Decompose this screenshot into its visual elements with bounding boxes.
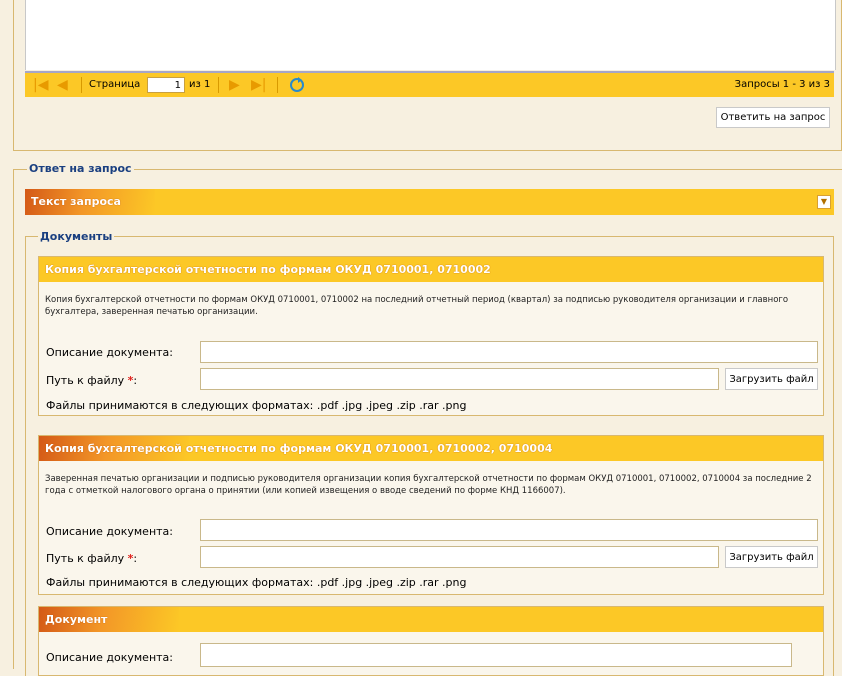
document-description-input[interactable] [200, 643, 792, 667]
document-title: Копия бухгалтерской отчетности по формам… [45, 442, 553, 455]
page-label: Страница [89, 79, 141, 90]
required-mark: * [127, 374, 134, 387]
required-mark: * [127, 552, 134, 565]
pager-separator [81, 77, 82, 93]
requests-grid[interactable] [25, 0, 836, 70]
pager-separator [218, 77, 219, 93]
file-path-label: Путь к файлу *: [46, 552, 138, 565]
documents-legend: Документы [38, 230, 115, 243]
request-text-bar[interactable]: Текст запроса ▼ [25, 189, 834, 215]
document-card: Копия бухгалтерской отчетности по формам… [38, 256, 824, 416]
document-card: Копия бухгалтерской отчетности по формам… [38, 435, 824, 595]
document-card: Документ Описание документа: [38, 606, 824, 676]
file-path-label: Путь к файлу *: [46, 374, 138, 387]
document-description-input[interactable] [200, 341, 818, 363]
formats-note: Файлы принимаются в следующих форматах: … [46, 576, 467, 589]
page-of-label: из 1 [189, 79, 211, 90]
pager-separator [277, 77, 278, 93]
document-description: Заверенная печатью организации и подпись… [45, 474, 812, 496]
document-description-input[interactable] [200, 519, 818, 541]
request-text-title: Текст запроса [31, 195, 121, 208]
page-number-input[interactable] [147, 77, 185, 93]
description-label: Описание документа: [46, 651, 173, 664]
next-page-icon[interactable]: ▶ [229, 77, 240, 93]
file-path-input[interactable] [200, 368, 719, 390]
document-title-bar: Документ [39, 607, 823, 632]
records-count: Запросы 1 - 3 из 3 [734, 79, 830, 90]
upload-file-button[interactable]: Загрузить файл [725, 368, 818, 390]
reply-request-button[interactable]: Ответить на запрос [716, 107, 830, 128]
collapse-toggle-icon[interactable]: ▼ [817, 195, 831, 209]
formats-note: Файлы принимаются в следующих форматах: … [46, 399, 467, 412]
last-page-icon[interactable]: ▶| [251, 77, 266, 93]
file-path-input[interactable] [200, 546, 719, 568]
document-title: Документ [45, 613, 108, 626]
grid-pager: |◀ ◀ Страница из 1 ▶ ▶| Запросы 1 - 3 из… [25, 71, 834, 97]
upload-file-button[interactable]: Загрузить файл [725, 546, 818, 568]
answer-legend: Ответ на запрос [27, 162, 134, 175]
document-title-bar: Копия бухгалтерской отчетности по формам… [39, 436, 823, 461]
document-description: Копия бухгалтерской отчетности по формам… [45, 295, 789, 317]
document-title: Копия бухгалтерской отчетности по формам… [45, 263, 491, 276]
document-title-bar: Копия бухгалтерской отчетности по формам… [39, 257, 823, 282]
description-label: Описание документа: [46, 525, 173, 538]
first-page-icon[interactable]: |◀ [33, 77, 48, 93]
description-label: Описание документа: [46, 346, 173, 359]
refresh-icon[interactable] [290, 77, 304, 92]
prev-page-icon[interactable]: ◀ [57, 77, 68, 93]
